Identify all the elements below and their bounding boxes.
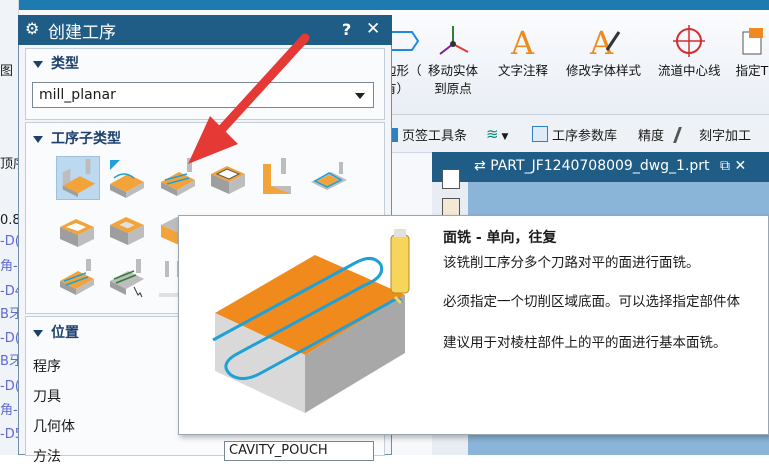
ribbon-item-specify[interactable]: 指定T [735,24,769,80]
ribbon-item-text-note[interactable]: A 文字注释 [498,24,548,80]
subtype-section-header[interactable]: 工序子类型 [33,128,121,148]
tooltip-description: 该铣削工序分多个刀路对平的面进行面铣。 [443,255,700,271]
tab-part-file-label: PART_JF1240708009_dwg_1.prt [490,158,710,174]
specify-icon [742,28,763,55]
left-strip-item: 角- [0,403,18,418]
geometry-label: 几何体 [33,419,75,435]
chevron-down-icon: ▼ [498,132,509,142]
left-strip-item: B牙 [0,307,18,322]
finish-walls-op-icon[interactable] [106,207,150,251]
left-strip-item: B牙 [0,354,18,369]
program-label: 程序 [33,359,61,375]
tab-part-file[interactable]: ⇄ PART_JF1240708009_dwg_1.prt ⧉ ✕ [468,152,764,180]
cleanup-corners-op-icon[interactable] [56,207,100,251]
ribbon-item-runner-centerline[interactable]: 流道中心线 [658,24,721,80]
param-lib-icon [532,126,548,142]
red-arrow-annotation [188,33,310,164]
svg-text:A: A [510,24,535,58]
ribbon-item-label: 指定T [735,63,769,78]
left-strip-item: 0.8 [0,213,18,228]
collapse-triangle-icon [33,135,43,143]
font-style-icon: A [589,24,620,58]
left-strip-item: -D( [0,234,18,249]
help-button[interactable]: ? [342,20,351,39]
method-value: CAVITY_POUCH [229,443,328,458]
chevron-down-icon [355,93,365,99]
left-strip-item: 顶序 [0,157,18,172]
ribbon-item-label: 文字注释 [498,63,549,78]
left-navigator-strip: 图 顶序 0.8 -D( 角- -D4 B牙 -D( B牙 -D( 角- -D5 [0,0,19,455]
left-strip-item: -D4 [0,284,18,299]
ribbon-item-label: 修改字体样式 [566,63,642,78]
left-strip-item: 角- [0,259,18,274]
collapse-triangle-icon [33,60,43,68]
runner-centerline-icon [673,25,706,57]
ribbon-item-move-origin[interactable]: 移动实体 到原点 [428,24,478,98]
hole-milling-op-icon[interactable] [56,257,100,301]
left-strip-item: -D( [0,331,18,346]
type-section-header[interactable]: 类型 [33,53,79,73]
left-strip-item: -D( [0,379,18,394]
text-note-icon: A [510,24,535,58]
secondary-toolbar: 页签工具条 ≋ ▼ 工序参数库 精度 刻字加工 [380,115,769,153]
tool-label: 刀具 [33,389,61,405]
ribbon-item-label: 流道中心线 [658,63,721,78]
tab-close-icon[interactable]: ⧉ ✕ [720,158,746,174]
layers-dropdown[interactable]: ≋ ▼ [486,125,508,143]
position-section-title: 位置 [51,325,79,341]
part-file-icon: ⇄ [474,158,491,174]
collapse-triangle-icon [33,329,43,337]
thread-milling-op-icon[interactable] [106,257,150,301]
floor-wall-op-icon[interactable] [56,156,100,200]
precision-label: 精度 [638,129,665,144]
tooltip-recommendation: 建议用于对棱柱部件上的平的面进行基本面铣。 [443,335,727,351]
process-param-lib-button[interactable]: 工序参数库 [532,125,617,144]
type-section-title: 类型 [51,56,79,72]
ribbon-item-font-style[interactable]: A 修改字体样式 [566,24,641,80]
subtype-section-title: 工序子类型 [51,131,121,147]
method-select[interactable]: CAVITY_POUCH [224,441,374,461]
engrave-button[interactable]: 刻字加工 [673,125,752,144]
face-milling-illustration [212,229,410,413]
precision-button[interactable]: 精度 [638,125,664,144]
engrave-label: 刻字加工 [699,129,752,144]
left-strip-item: 图 [0,64,14,79]
dialog-title: 创建工序 [48,23,116,43]
close-button[interactable]: ✕ [366,19,380,39]
tooltip-requirement: 必须指定一个切削区域底面。可以选择指定部件体 [443,294,740,310]
page-toolbar-button[interactable]: 页签工具条 [384,125,467,144]
tooltip-title: 面铣 - 单向，往复 [443,230,557,246]
method-label: 方法 [33,449,61,465]
engrave-icon [673,127,696,143]
left-strip-item: -D5 [0,427,18,442]
move-origin-icon [439,26,469,55]
operation-type-value: mill_planar [39,87,116,103]
gear-icon: ⚙ [25,19,40,38]
process-param-lib-label: 工序参数库 [552,129,618,144]
position-section-header[interactable]: 位置 [33,322,79,342]
page-toolbar-label: 页签工具条 [402,129,468,144]
ribbon-item-label: 移动实体 到原点 [428,63,479,96]
layers-icon: ≋ [486,125,499,143]
svg-text:A: A [589,24,614,58]
top-strip [0,0,769,10]
ribbon: 边形（ 有） 移动实体 到原点 A 文字注释 A 修改字体样式 流道中心线 指定… [380,10,769,115]
floor-wall-is-op-icon[interactable] [106,156,150,200]
